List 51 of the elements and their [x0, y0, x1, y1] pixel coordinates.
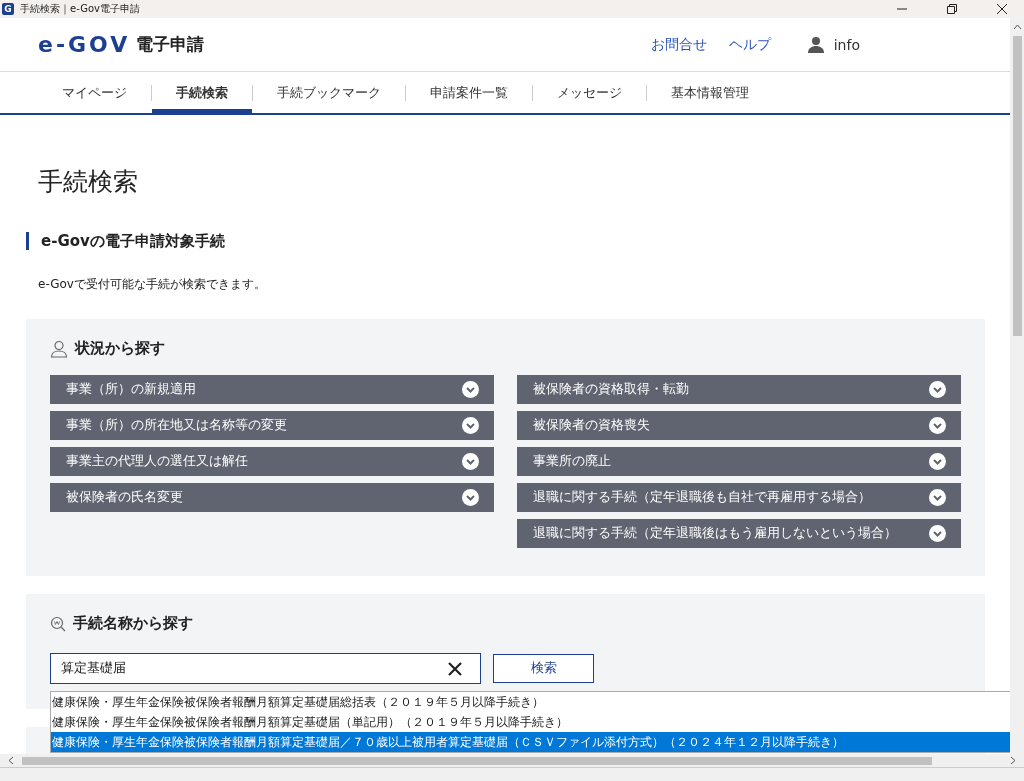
situation-accordion[interactable]: 事業主の代理人の選任又は解任	[50, 447, 494, 476]
service-name: 電子申請	[136, 33, 205, 56]
horizontal-scrollbar[interactable]	[0, 754, 1024, 767]
situation-accordion[interactable]: 退職に関する手続（定年退職後も自社で再雇用する場合）	[517, 483, 961, 512]
chevron-icon	[929, 453, 946, 470]
search-button[interactable]: 検索	[493, 654, 594, 683]
nav-tab[interactable]: マイページ	[38, 72, 151, 113]
nav-tab[interactable]: 手続検索	[152, 72, 252, 113]
page-title: 手続検索	[38, 166, 139, 198]
restore-icon[interactable]	[947, 4, 957, 14]
chevron-icon	[929, 489, 946, 506]
suggestion-item[interactable]: 健康保険・厚生年金保険被保険者報酬月額算定基礎届総括表（２０１９年５月以降手続き）	[51, 692, 1010, 712]
person-icon	[50, 339, 68, 358]
situation-accordion[interactable]: 被保険者の資格喪失	[517, 411, 961, 440]
situation-accordion[interactable]: 退職に関する手続（定年退職後はもう雇用しないという場合）	[517, 519, 961, 548]
panel-title: 状況から探す	[75, 339, 165, 358]
close-icon[interactable]	[997, 4, 1007, 14]
situation-accordion[interactable]: 被保険者の氏名変更	[50, 483, 494, 512]
scroll-left-icon[interactable]	[8, 756, 14, 765]
panel-title: 手続名称から探す	[73, 614, 193, 633]
header-link[interactable]: ヘルプ	[728, 35, 771, 54]
chevron-icon	[462, 417, 479, 434]
chevron-icon	[929, 381, 946, 398]
situation-accordion[interactable]: 事業（所）の新規適用	[50, 375, 494, 404]
search-field[interactable]: 算定基礎届	[50, 653, 481, 684]
chevron-icon	[462, 453, 479, 470]
suggestion-item[interactable]: 健康保険・厚生年金保険被保険者報酬月額算定基礎届／７０歳以上被用者算定基礎届（ＣＳＶファイル添付方式）（２０２４年１２月以降手続き）	[51, 732, 1010, 752]
logo[interactable]: e-GOV	[38, 32, 131, 57]
nav-tab[interactable]: 申請案件一覧	[406, 72, 532, 113]
scroll-up-icon[interactable]	[1012, 24, 1022, 30]
window-title: 手続検索｜e-Gov電子申請	[20, 2, 140, 16]
nav-tab[interactable]: 基本情報管理	[647, 72, 773, 113]
user-icon[interactable]	[806, 35, 825, 54]
nav-tab[interactable]: メッセージ	[533, 72, 646, 113]
chevron-icon	[929, 525, 946, 542]
chevron-icon	[462, 489, 479, 506]
description: e-Govで受付可能な手続が検索できます。	[38, 276, 267, 293]
situation-accordion[interactable]: 事業（所）の所在地又は名称等の変更	[50, 411, 494, 440]
situation-accordion[interactable]: 事業所の廃止	[517, 447, 961, 476]
section-heading: e-Govの電子申請対象手続	[26, 232, 985, 250]
user-name[interactable]: info	[833, 36, 860, 53]
situation-accordion[interactable]: 被保険者の資格取得・転勤	[517, 375, 961, 404]
nav-tab[interactable]: 手続ブックマーク	[253, 72, 405, 113]
app-icon: G	[2, 3, 14, 15]
search-w-icon	[50, 615, 66, 632]
chevron-icon	[929, 417, 946, 434]
chevron-icon	[462, 381, 479, 398]
clear-icon[interactable]	[448, 661, 462, 676]
header-link[interactable]: お問合せ	[650, 35, 707, 54]
scroll-right-icon[interactable]	[1010, 756, 1016, 765]
suggestion-item[interactable]: 健康保険・厚生年金保険被保険者報酬月額算定基礎届（単記用）（２０１９年５月以降手続き）	[51, 712, 1010, 732]
